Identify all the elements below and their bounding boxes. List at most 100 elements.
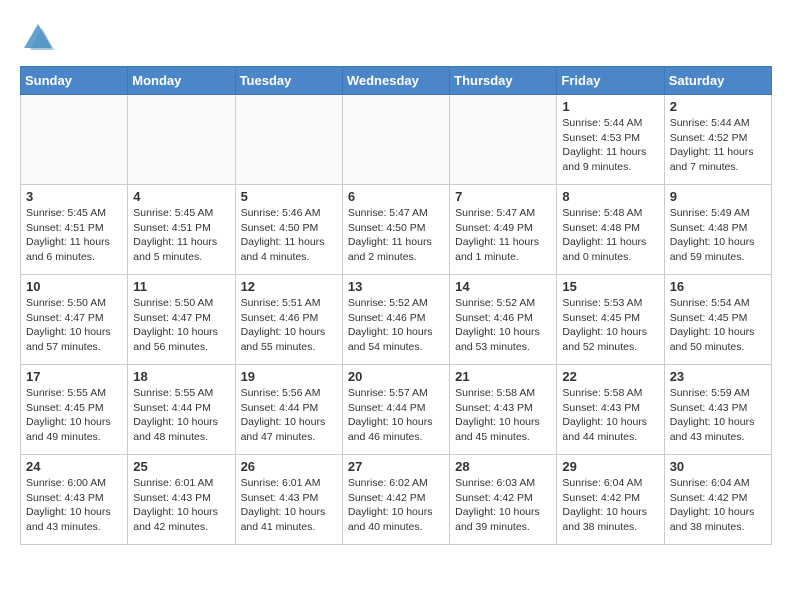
day-info: Sunrise: 5:59 AM Sunset: 4:43 PM Dayligh… bbox=[670, 386, 766, 445]
day-cell: 6Sunrise: 5:47 AM Sunset: 4:50 PM Daylig… bbox=[342, 185, 449, 275]
day-cell: 12 Sunrise: 5:51 AM Sunset: 4:46 PM Dayli… bbox=[235, 275, 342, 365]
day-cell: 17 Sunrise: 5:55 AM Sunset: 4:45 PM Dayli… bbox=[21, 365, 128, 455]
day-info: Sunrise: 5:44 AM Sunset: 4:52 PM Dayligh… bbox=[670, 116, 766, 175]
day-cell: 19 Sunrise: 5:56 AM Sunset: 4:44 PM Dayli… bbox=[235, 365, 342, 455]
weekday-saturday: Saturday bbox=[664, 67, 771, 95]
day-info: Sunrise: 5:47 AM Sunset: 4:50 PM Dayligh… bbox=[348, 206, 444, 265]
day-cell: 23 Sunrise: 5:59 AM Sunset: 4:43 PM Dayli… bbox=[664, 365, 771, 455]
day-cell: 4Sunrise: 5:45 AM Sunset: 4:51 PM Daylig… bbox=[128, 185, 235, 275]
day-cell: 30 Sunrise: 6:04 AM Sunset: 4:42 PM Dayli… bbox=[664, 455, 771, 545]
day-number: 3 bbox=[26, 189, 122, 204]
day-number: 29 bbox=[562, 459, 658, 474]
day-number: 9 bbox=[670, 189, 766, 204]
header bbox=[20, 20, 772, 56]
day-number: 10 bbox=[26, 279, 122, 294]
day-cell bbox=[235, 95, 342, 185]
weekday-header-row: SundayMondayTuesdayWednesdayThursdayFrid… bbox=[21, 67, 772, 95]
day-number: 2 bbox=[670, 99, 766, 114]
day-cell: 15Sunrise: 5:53 AM Sunset: 4:45 PM Dayli… bbox=[557, 275, 664, 365]
day-cell: 26 Sunrise: 6:01 AM Sunset: 4:43 PM Dayli… bbox=[235, 455, 342, 545]
day-cell: 2 Sunrise: 5:44 AM Sunset: 4:52 PM Daylig… bbox=[664, 95, 771, 185]
day-number: 26 bbox=[241, 459, 337, 474]
day-info: Sunrise: 5:56 AM Sunset: 4:44 PM Dayligh… bbox=[241, 386, 337, 445]
day-cell: 27Sunrise: 6:02 AM Sunset: 4:42 PM Dayli… bbox=[342, 455, 449, 545]
day-info: Sunrise: 5:55 AM Sunset: 4:45 PM Dayligh… bbox=[26, 386, 122, 445]
day-info: Sunrise: 6:02 AM Sunset: 4:42 PM Dayligh… bbox=[348, 476, 444, 535]
day-cell: 9 Sunrise: 5:49 AM Sunset: 4:48 PM Daylig… bbox=[664, 185, 771, 275]
day-info: Sunrise: 6:01 AM Sunset: 4:43 PM Dayligh… bbox=[133, 476, 229, 535]
week-row-4: 17 Sunrise: 5:55 AM Sunset: 4:45 PM Dayli… bbox=[21, 365, 772, 455]
day-info: Sunrise: 6:04 AM Sunset: 4:42 PM Dayligh… bbox=[562, 476, 658, 535]
day-cell: 3 Sunrise: 5:45 AM Sunset: 4:51 PM Daylig… bbox=[21, 185, 128, 275]
day-cell: 7 Sunrise: 5:47 AM Sunset: 4:49 PM Daylig… bbox=[450, 185, 557, 275]
day-cell: 24 Sunrise: 6:00 AM Sunset: 4:43 PM Dayli… bbox=[21, 455, 128, 545]
day-info: Sunrise: 5:53 AM Sunset: 4:45 PM Dayligh… bbox=[562, 296, 658, 355]
day-info: Sunrise: 5:52 AM Sunset: 4:46 PM Dayligh… bbox=[455, 296, 551, 355]
day-info: Sunrise: 5:58 AM Sunset: 4:43 PM Dayligh… bbox=[562, 386, 658, 445]
day-number: 12 bbox=[241, 279, 337, 294]
day-number: 28 bbox=[455, 459, 551, 474]
day-cell: 22 Sunrise: 5:58 AM Sunset: 4:43 PM Dayli… bbox=[557, 365, 664, 455]
day-info: Sunrise: 5:48 AM Sunset: 4:48 PM Dayligh… bbox=[562, 206, 658, 265]
day-number: 1 bbox=[562, 99, 658, 114]
day-number: 23 bbox=[670, 369, 766, 384]
day-cell: 16 Sunrise: 5:54 AM Sunset: 4:45 PM Dayli… bbox=[664, 275, 771, 365]
calendar-body: 1 Sunrise: 5:44 AM Sunset: 4:53 PM Daylig… bbox=[21, 95, 772, 545]
day-cell: 20 Sunrise: 5:57 AM Sunset: 4:44 PM Dayli… bbox=[342, 365, 449, 455]
day-info: Sunrise: 5:46 AM Sunset: 4:50 PM Dayligh… bbox=[241, 206, 337, 265]
day-cell: 1 Sunrise: 5:44 AM Sunset: 4:53 PM Daylig… bbox=[557, 95, 664, 185]
day-cell: 18Sunrise: 5:55 AM Sunset: 4:44 PM Dayli… bbox=[128, 365, 235, 455]
logo bbox=[20, 20, 60, 56]
calendar-table: SundayMondayTuesdayWednesdayThursdayFrid… bbox=[20, 66, 772, 545]
day-info: Sunrise: 5:45 AM Sunset: 4:51 PM Dayligh… bbox=[133, 206, 229, 265]
day-number: 8 bbox=[562, 189, 658, 204]
day-number: 13 bbox=[348, 279, 444, 294]
day-number: 16 bbox=[670, 279, 766, 294]
day-info: Sunrise: 6:00 AM Sunset: 4:43 PM Dayligh… bbox=[26, 476, 122, 535]
day-number: 25 bbox=[133, 459, 229, 474]
day-info: Sunrise: 5:44 AM Sunset: 4:53 PM Dayligh… bbox=[562, 116, 658, 175]
day-cell: 8 Sunrise: 5:48 AM Sunset: 4:48 PM Daylig… bbox=[557, 185, 664, 275]
day-cell bbox=[21, 95, 128, 185]
day-info: Sunrise: 5:57 AM Sunset: 4:44 PM Dayligh… bbox=[348, 386, 444, 445]
day-info: Sunrise: 5:55 AM Sunset: 4:44 PM Dayligh… bbox=[133, 386, 229, 445]
day-cell: 29 Sunrise: 6:04 AM Sunset: 4:42 PM Dayli… bbox=[557, 455, 664, 545]
page: SundayMondayTuesdayWednesdayThursdayFrid… bbox=[0, 0, 792, 555]
weekday-thursday: Thursday bbox=[450, 67, 557, 95]
day-info: Sunrise: 5:50 AM Sunset: 4:47 PM Dayligh… bbox=[133, 296, 229, 355]
day-number: 14 bbox=[455, 279, 551, 294]
day-number: 30 bbox=[670, 459, 766, 474]
day-info: Sunrise: 5:49 AM Sunset: 4:48 PM Dayligh… bbox=[670, 206, 766, 265]
day-number: 7 bbox=[455, 189, 551, 204]
day-info: Sunrise: 5:50 AM Sunset: 4:47 PM Dayligh… bbox=[26, 296, 122, 355]
weekday-tuesday: Tuesday bbox=[235, 67, 342, 95]
day-cell bbox=[342, 95, 449, 185]
day-info: Sunrise: 5:54 AM Sunset: 4:45 PM Dayligh… bbox=[670, 296, 766, 355]
weekday-wednesday: Wednesday bbox=[342, 67, 449, 95]
day-cell: 13Sunrise: 5:52 AM Sunset: 4:46 PM Dayli… bbox=[342, 275, 449, 365]
week-row-5: 24 Sunrise: 6:00 AM Sunset: 4:43 PM Dayli… bbox=[21, 455, 772, 545]
logo-icon bbox=[20, 20, 56, 56]
weekday-sunday: Sunday bbox=[21, 67, 128, 95]
day-cell: 28 Sunrise: 6:03 AM Sunset: 4:42 PM Dayli… bbox=[450, 455, 557, 545]
day-cell: 25 Sunrise: 6:01 AM Sunset: 4:43 PM Dayli… bbox=[128, 455, 235, 545]
week-row-3: 10 Sunrise: 5:50 AM Sunset: 4:47 PM Dayli… bbox=[21, 275, 772, 365]
day-info: Sunrise: 6:01 AM Sunset: 4:43 PM Dayligh… bbox=[241, 476, 337, 535]
day-info: Sunrise: 6:03 AM Sunset: 4:42 PM Dayligh… bbox=[455, 476, 551, 535]
weekday-monday: Monday bbox=[128, 67, 235, 95]
day-cell: 21Sunrise: 5:58 AM Sunset: 4:43 PM Dayli… bbox=[450, 365, 557, 455]
day-number: 24 bbox=[26, 459, 122, 474]
day-number: 22 bbox=[562, 369, 658, 384]
day-info: Sunrise: 5:51 AM Sunset: 4:46 PM Dayligh… bbox=[241, 296, 337, 355]
week-row-1: 1 Sunrise: 5:44 AM Sunset: 4:53 PM Daylig… bbox=[21, 95, 772, 185]
day-info: Sunrise: 6:04 AM Sunset: 4:42 PM Dayligh… bbox=[670, 476, 766, 535]
day-cell: 11 Sunrise: 5:50 AM Sunset: 4:47 PM Dayli… bbox=[128, 275, 235, 365]
day-cell bbox=[450, 95, 557, 185]
day-number: 11 bbox=[133, 279, 229, 294]
day-number: 20 bbox=[348, 369, 444, 384]
day-cell: 14 Sunrise: 5:52 AM Sunset: 4:46 PM Dayli… bbox=[450, 275, 557, 365]
day-info: Sunrise: 5:45 AM Sunset: 4:51 PM Dayligh… bbox=[26, 206, 122, 265]
day-number: 19 bbox=[241, 369, 337, 384]
day-info: Sunrise: 5:47 AM Sunset: 4:49 PM Dayligh… bbox=[455, 206, 551, 265]
day-number: 17 bbox=[26, 369, 122, 384]
